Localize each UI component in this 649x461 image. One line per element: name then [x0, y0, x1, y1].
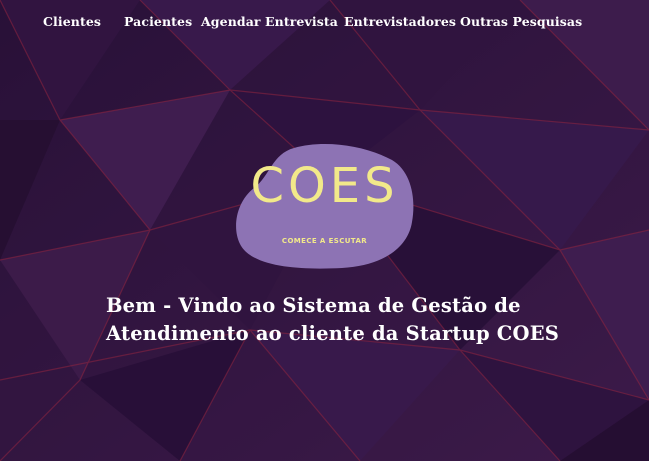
- nav-item-agendar-entrevista[interactable]: Agendar Entrevista: [201, 14, 338, 29]
- logo-name: COES: [250, 158, 399, 214]
- top-navigation: Clientes Pacientes Agendar Entrevista En…: [0, 0, 649, 44]
- coes-logo: COES COMECE A ESCUTAR: [232, 140, 417, 275]
- nav-item-outras-pesquisas[interactable]: Outras Pesquisas: [460, 14, 582, 29]
- logo-tagline: COMECE A ESCUTAR: [281, 237, 368, 245]
- welcome-heading: Bem - Vindo ao Sistema de Gestão de Aten…: [106, 292, 626, 348]
- welcome-heading-line-1: Bem - Vindo ao Sistema de Gestão de: [106, 294, 521, 317]
- nav-item-clientes[interactable]: Clientes: [43, 14, 101, 29]
- nav-item-entrevistadores[interactable]: Entrevistadores: [344, 14, 456, 29]
- welcome-heading-line-2: Atendimento ao cliente da Startup COES: [106, 322, 560, 345]
- nav-item-pacientes[interactable]: Pacientes: [124, 14, 192, 29]
